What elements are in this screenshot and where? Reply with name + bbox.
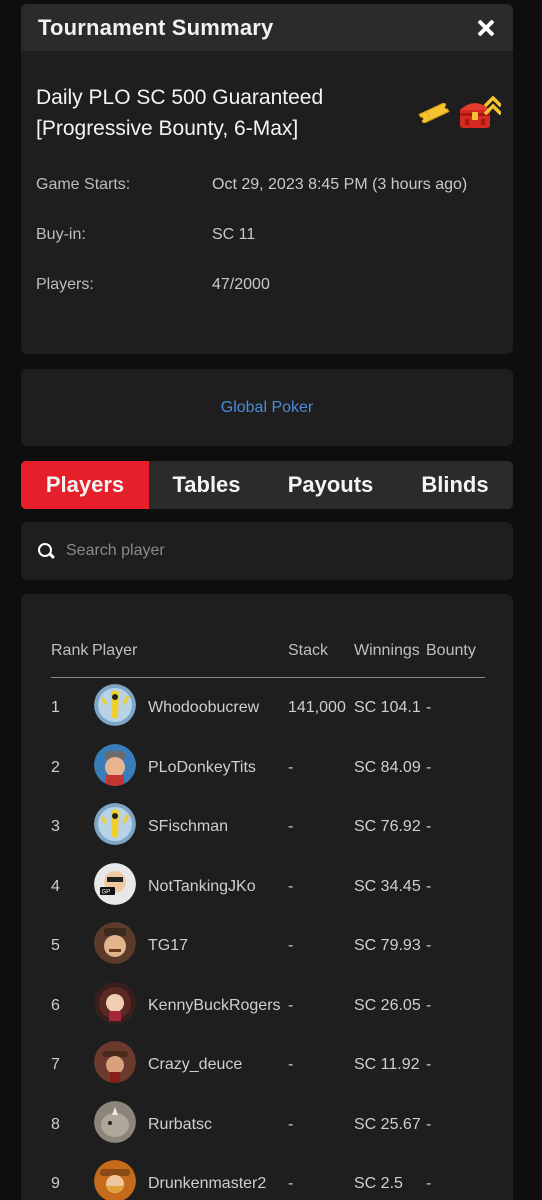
row-winnings: SC 25.67 (354, 1115, 421, 1133)
tab-bar: Players Tables Payouts Blinds (21, 461, 513, 509)
summary-header: Tournament Summary (21, 4, 513, 51)
row-rank: 4 (51, 877, 60, 895)
tournament-name-line2: [Progressive Bounty, 6-Max] (36, 117, 299, 140)
buy-in-label: Buy-in: (36, 226, 86, 243)
row-stack: - (288, 758, 294, 776)
row-player-name: Rurbatsc (148, 1115, 213, 1133)
table-row[interactable]: 8 Rurbatsc - SC 25.67- (51, 1096, 491, 1155)
woman-avatar (94, 981, 136, 1024)
gp-live-avatar: GP (94, 862, 136, 905)
row-bounty: - (426, 818, 432, 835)
network-card: Global Poker (21, 369, 513, 446)
row-stack: - (288, 877, 294, 895)
table-row[interactable]: 4 GP NotTankingJKo - SC 34.45- (51, 858, 491, 917)
row-stack: - (288, 1056, 294, 1073)
row-winnings: SC 76.92 (354, 818, 421, 835)
tab-blinds[interactable]: Blinds (397, 461, 513, 509)
row-rank: 3 (51, 818, 60, 835)
tournament-name-line1: Daily PLO SC 500 Guaranteed (36, 86, 324, 109)
row-rank: 8 (51, 1115, 60, 1133)
tube-man-avatar (94, 803, 136, 845)
tournament-summary-card: Tournament Summary Daily PLO SC 500 Guar… (21, 4, 513, 354)
buy-in-value: SC 11 (212, 226, 256, 243)
search-bar (21, 522, 513, 580)
row-player-name: Crazy_deuce (148, 1056, 243, 1073)
table-row[interactable]: 5 TG17- SC 79.93- (51, 917, 491, 976)
row-player-name: KennyBuckRogers (148, 996, 281, 1014)
row-stack: 141,000 (288, 699, 346, 716)
mobster-avatar (94, 922, 136, 964)
tournament-name: Daily PLO SC 500 Guaranteed [Progressive… (36, 82, 366, 144)
row-rank: 6 (51, 996, 60, 1014)
row-winnings: SC 2.5 (354, 1175, 403, 1192)
row-player-name: TG17 (148, 937, 189, 954)
row-stack: - (288, 1115, 294, 1133)
players-value: 47/2000 (212, 276, 270, 293)
row-rank: 5 (51, 937, 60, 954)
table-row[interactable]: 7 Crazy_deuce - SC 11.92- (51, 1036, 491, 1095)
row-stack: - (288, 996, 294, 1014)
close-icon[interactable] (475, 17, 497, 39)
row-player-name: PLoDonkeyTits (148, 758, 256, 776)
row-winnings: SC 26.05 (354, 996, 421, 1014)
row-player-name: NotTankingJKo (148, 877, 256, 895)
game-starts-label: Game Starts: (36, 176, 131, 193)
svg-text:GP: GP (102, 889, 111, 895)
players-label: Players: (36, 276, 94, 293)
header-player: Player (92, 642, 138, 659)
tab-payouts[interactable]: Payouts (264, 461, 397, 509)
row-bounty: - (426, 1056, 432, 1073)
row-bounty: - (426, 877, 432, 895)
row-rank: 7 (51, 1056, 60, 1073)
header-winnings: Winnings (354, 642, 420, 659)
table-row[interactable]: 6 KennyBuckRogers - SC 26.05- (51, 977, 491, 1036)
row-bounty: - (426, 937, 432, 954)
header-stack: Stack (288, 642, 329, 659)
summary-title: Tournament Summary (38, 14, 274, 40)
table-row[interactable]: 3 SFischman - SC 76.92- (51, 798, 491, 857)
row-player-name: Drunkenmaster2 (148, 1175, 267, 1192)
row-rank: 2 (51, 758, 60, 776)
table-header: Rank Player Stack Winnings Bounty (51, 640, 485, 678)
row-bounty: - (426, 1175, 432, 1192)
search-icon (38, 543, 54, 559)
row-bounty: - (426, 758, 432, 776)
row-winnings: SC 11.92 (354, 1056, 420, 1073)
row-rank: 1 (51, 699, 60, 716)
header-bounty: Bounty (426, 642, 476, 659)
row-winnings: SC 34.45 (354, 877, 421, 895)
row-winnings: SC 79.93 (354, 937, 421, 954)
row-player-name: Whodoobucrew (148, 699, 260, 716)
tube-man-avatar (94, 684, 136, 726)
man-hat-avatar (94, 743, 136, 786)
row-winnings: SC 84.09 (354, 758, 421, 776)
row-winnings: SC 104.1 (354, 699, 421, 716)
tab-players[interactable]: Players (21, 461, 149, 509)
search-input[interactable] (66, 542, 486, 560)
table-row[interactable]: 2 PLoDonkeyTits - SC 84.09- (51, 739, 491, 798)
row-stack: - (288, 937, 294, 954)
row-rank: 9 (51, 1175, 60, 1192)
row-stack: - (288, 1175, 294, 1192)
bounty-chest-icon (460, 95, 501, 128)
row-player-name: SFischman (148, 818, 229, 835)
table-row[interactable]: 1 Whodoobucrew 141,000 SC 104.1- (51, 679, 491, 738)
ticket-icon (418, 103, 450, 123)
row-stack: - (288, 818, 294, 835)
cowgirl-avatar (94, 1160, 136, 1200)
row-bounty: - (426, 996, 432, 1014)
table-row[interactable]: 9 Drunkenmaster2 - SC 2.5 - (51, 1155, 491, 1200)
rhino-avatar (94, 1100, 136, 1143)
players-table: Rank Player Stack Winnings Bounty 1 Whodo… (21, 594, 513, 1200)
header-rank: Rank (51, 642, 89, 659)
global-poker-link[interactable]: Global Poker (221, 399, 314, 417)
row-bounty: - (426, 1115, 432, 1133)
tab-tables[interactable]: Tables (149, 461, 264, 509)
cowboy-avatar (94, 1041, 136, 1083)
game-starts-value: Oct 29, 2023 8:45 PM (3 hours ago) (212, 176, 468, 193)
row-bounty: - (426, 699, 432, 716)
